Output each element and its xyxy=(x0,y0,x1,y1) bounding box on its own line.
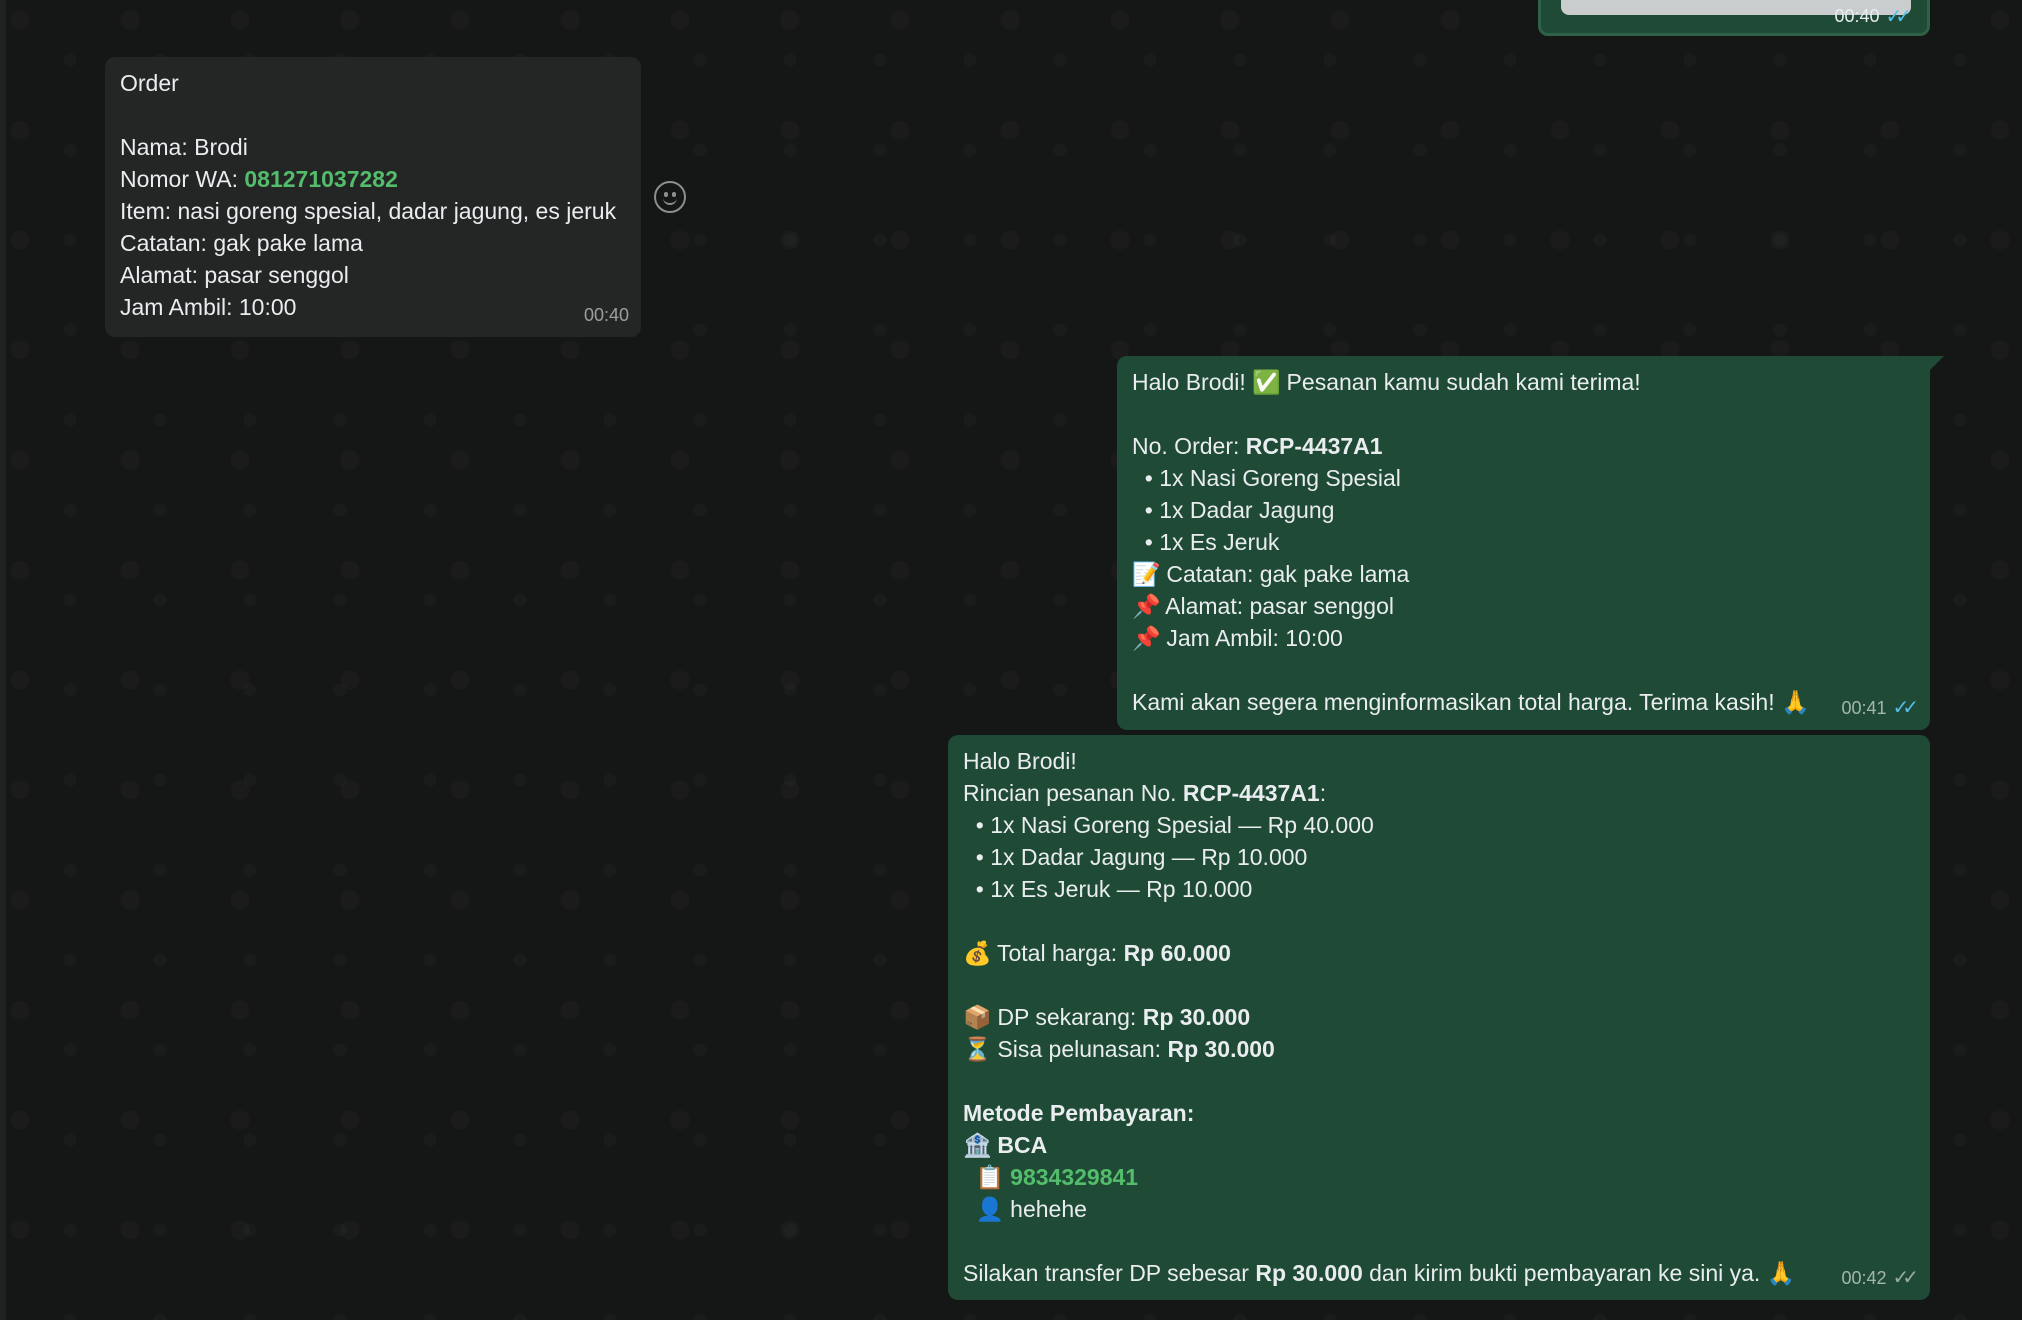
remaining-amount: Rp 30.000 xyxy=(1167,1036,1275,1062)
hourglass-emoji-icon: ⏳ xyxy=(963,1036,992,1062)
outgoing-message-bubble[interactable]: Halo Brodi! ✅ Pesanan kamu sudah kami te… xyxy=(1117,356,1944,730)
order-number: RCP-4437A1 xyxy=(1245,433,1383,459)
chat-pane[interactable]: 00:40 ✓✓ Order Nama: Brodi Nomor WA: 081… xyxy=(0,0,2022,1320)
message-line: 📦 DP sekarang: Rp 30.000 xyxy=(963,1001,1916,1033)
memo-emoji-icon: 📝 xyxy=(1132,561,1161,587)
message-line-blank xyxy=(963,969,1916,1001)
check-emoji-icon: ✅ xyxy=(1252,369,1281,395)
message-meta: 00:40 xyxy=(584,299,629,331)
message-line: 📋 9834329841 xyxy=(963,1161,1916,1193)
message-line-phone: Nomor WA: 081271037282 xyxy=(120,163,627,195)
package-emoji-icon: 📦 xyxy=(963,1004,992,1030)
account-number-link[interactable]: 9834329841 xyxy=(1010,1164,1138,1190)
message-line: 📝 Catatan: gak pake lama xyxy=(1132,558,1916,590)
message-line: 💰 Total harga: Rp 60.000 xyxy=(963,937,1916,969)
message-line: ⏳ Sisa pelunasan: Rp 30.000 xyxy=(963,1033,1916,1065)
message-line: 📌 Alamat: pasar senggol xyxy=(1132,590,1916,622)
money-bag-emoji-icon: 💰 xyxy=(963,940,992,966)
list-item: • 1x Es Jeruk xyxy=(1132,529,1280,555)
outgoing-message-bubble[interactable]: Halo Brodi! Rincian pesanan No. RCP-4437… xyxy=(948,735,1930,1300)
message-line: Nama: Brodi xyxy=(120,134,248,160)
pushpin-emoji-icon: 📌 xyxy=(1132,625,1161,651)
message-time: 00:41 xyxy=(1841,698,1887,718)
message-time: 00:40 xyxy=(583,305,629,325)
pray-emoji-icon: 🙏 xyxy=(1766,1260,1796,1286)
emoji-reaction-icon[interactable] xyxy=(654,181,686,213)
list-item: • 1x Dadar Jagung — Rp 10.000 xyxy=(963,844,1308,870)
media-message-bubble[interactable]: 00:40 ✓✓ xyxy=(1538,0,1930,36)
dp-amount: Rp 30.000 xyxy=(1142,1004,1251,1030)
message-line: Halo Brodi! ✅ Pesanan kamu sudah kami te… xyxy=(1132,366,1916,398)
message-line-blank xyxy=(1132,398,1916,430)
transfer-amount: Rp 30.000 xyxy=(1255,1260,1363,1286)
message-line: Rincian pesanan No. RCP-4437A1: xyxy=(963,780,1327,806)
account-name: hehehe xyxy=(1010,1196,1087,1222)
message-meta: 00:40 ✓✓ xyxy=(1834,4,1911,29)
list-item: • 1x Dadar Jagung xyxy=(1132,497,1335,523)
pray-emoji-icon: 🙏 xyxy=(1781,689,1810,715)
pane-divider xyxy=(0,0,6,1320)
person-emoji-icon: 👤 xyxy=(975,1196,1005,1222)
message-meta: 00:42 ✓✓ xyxy=(1841,1262,1918,1294)
message-time: 00:40 xyxy=(1834,6,1880,26)
message-line: Jam Ambil: 10:00 xyxy=(120,294,297,320)
message-line-blank xyxy=(1132,654,1916,686)
message-line-blank xyxy=(963,905,1916,937)
list-item: • 1x Nasi Goreng Spesial xyxy=(1132,465,1401,491)
message-line: 🏦 BCA xyxy=(963,1129,1916,1161)
list-item: • 1x Es Jeruk — Rp 10.000 xyxy=(963,876,1253,902)
payment-heading: Metode Pembayaran: xyxy=(963,1100,1195,1126)
message-meta: 00:41 ✓✓ xyxy=(1841,692,1918,724)
phone-label: Nomor WA: xyxy=(120,166,245,192)
bubble-tail xyxy=(1930,356,1944,370)
pushpin-emoji-icon: 📌 xyxy=(1132,593,1161,619)
list-item: • 1x Nasi Goreng Spesial — Rp 40.000 xyxy=(963,812,1374,838)
bank-emoji-icon: 🏦 xyxy=(963,1132,992,1158)
message-line: 👤 hehehe xyxy=(963,1193,1916,1225)
message-line: 📌 Jam Ambil: 10:00 xyxy=(1132,622,1916,654)
read-receipt-icon: ✓✓ xyxy=(1885,6,1911,28)
message-line: Alamat: pasar senggol xyxy=(120,262,349,288)
incoming-message-bubble[interactable]: Order Nama: Brodi Nomor WA: 081271037282… xyxy=(105,57,641,337)
delivered-receipt-icon: ✓✓ xyxy=(1892,1267,1918,1289)
message-line: Item: nasi goreng spesial, dadar jagung,… xyxy=(120,198,617,224)
total-price: Rp 60.000 xyxy=(1123,940,1231,966)
message-line: Catatan: gak pake lama xyxy=(120,230,363,256)
message-line: Kami akan segera menginformasikan total … xyxy=(1132,686,1916,718)
message-time: 00:42 xyxy=(1841,1268,1887,1288)
message-line-blank xyxy=(963,1225,1916,1257)
read-receipt-icon: ✓✓ xyxy=(1892,697,1918,719)
order-number: RCP-4437A1 xyxy=(1182,780,1320,806)
message-line: No. Order: RCP-4437A1 xyxy=(1132,433,1383,459)
bank-name: BCA xyxy=(997,1132,1048,1158)
clipboard-emoji-icon: 📋 xyxy=(975,1164,1005,1190)
message-line: Halo Brodi! xyxy=(963,748,1077,774)
message-line: Order xyxy=(120,70,179,96)
phone-link[interactable]: 081271037282 xyxy=(244,166,398,192)
message-line-blank xyxy=(963,1065,1916,1097)
message-line: Silakan transfer DP sebesar Rp 30.000 da… xyxy=(963,1257,1916,1289)
message-line xyxy=(120,99,627,131)
